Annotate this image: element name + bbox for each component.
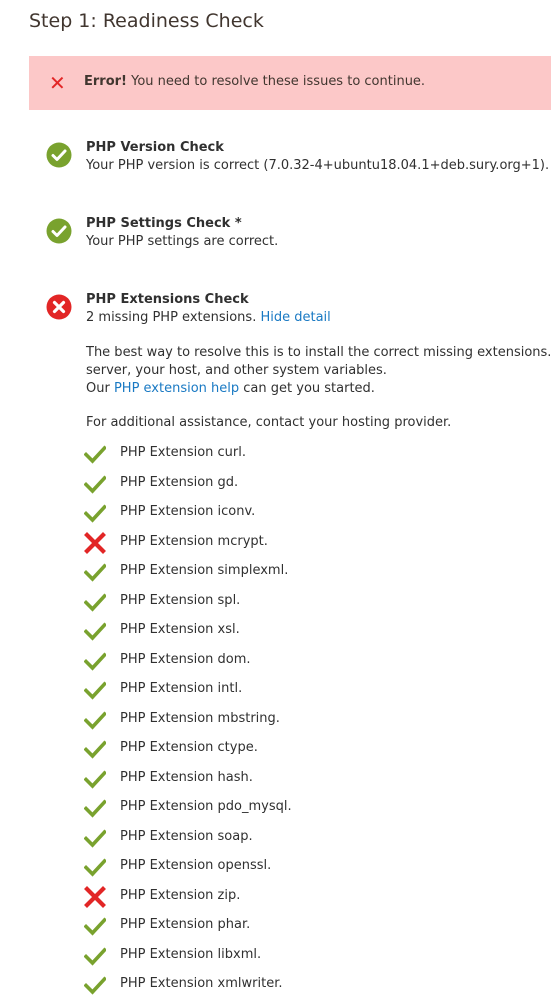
php-extensions-description: 2 missing PHP extensions. Hide detail — [86, 310, 331, 325]
extension-label: PHP Extension xmlwriter. — [120, 976, 283, 991]
checkmark-icon — [84, 917, 106, 936]
checkmark-icon — [84, 563, 106, 582]
php-extension-help-link[interactable]: PHP extension help — [114, 381, 239, 396]
x-mark-icon — [84, 531, 106, 554]
php-extensions-title: PHP Extensions Check — [86, 292, 249, 307]
extension-label: PHP Extension mbstring. — [120, 710, 280, 726]
detail-line-3-prefix: Our — [86, 381, 114, 396]
detail-line-1: The best way to resolve this is to insta… — [86, 345, 551, 360]
extension-label: PHP Extension ctype. — [120, 740, 258, 755]
checkmark-icon — [84, 858, 106, 877]
checkmark-icon — [84, 592, 106, 612]
extension-label: PHP Extension xsl. — [120, 622, 240, 637]
php-version-description: Your PHP version is correct (7.0.32-4+ub… — [86, 158, 550, 173]
checkmark-icon — [84, 651, 106, 671]
checkmark-icon — [84, 740, 106, 759]
error-strong: Error! — [84, 74, 127, 89]
checkmark-icon — [84, 445, 106, 464]
extension-label: PHP Extension iconv. — [120, 504, 256, 519]
extension-label: PHP Extension hash. — [120, 769, 253, 785]
extension-label: PHP Extension zip. — [120, 887, 241, 903]
php-version-title: PHP Version Check — [86, 140, 224, 155]
extension-label: PHP Extension spl. — [120, 592, 241, 608]
extension-label: PHP Extension intl. — [120, 681, 243, 696]
page-title: Step 1: Readiness Check — [29, 10, 264, 32]
error-banner: ✕ Error! You need to resolve these issue… — [29, 56, 551, 110]
detail-line-3-suffix: can get you started. — [239, 381, 375, 396]
php-settings-description: Your PHP settings are correct. — [86, 234, 279, 249]
checkmark-icon — [84, 474, 106, 494]
checkmark-icon — [84, 828, 106, 848]
checkmark-icon — [84, 769, 106, 789]
extensions-detail: The best way to resolve this is to insta… — [86, 344, 551, 398]
extension-label: PHP Extension pdo_mysql. — [120, 799, 292, 814]
readiness-check-page: Step 1: Readiness Check ✕ Error! You nee… — [0, 0, 551, 998]
extension-label: PHP Extension dom. — [120, 651, 251, 667]
extension-label: PHP Extension mcrypt. — [120, 533, 268, 549]
checkmark-icon — [84, 504, 106, 523]
check-circle-icon — [46, 218, 72, 244]
extension-label: PHP Extension simplexml. — [120, 563, 289, 578]
checkmark-icon — [84, 681, 106, 700]
extension-label: PHP Extension soap. — [120, 828, 253, 844]
extension-label: PHP Extension curl. — [120, 445, 247, 460]
assistance-text: For additional assistance, contact your … — [86, 415, 452, 430]
x-mark-icon — [84, 885, 106, 908]
checkmark-icon — [84, 622, 106, 641]
extension-label: PHP Extension openssl. — [120, 858, 272, 873]
extension-label: PHP Extension libxml. — [120, 946, 262, 962]
error-x-icon: ✕ — [49, 71, 66, 95]
error-text: You need to resolve these issues to cont… — [126, 74, 426, 89]
missing-count-text: 2 missing PHP extensions. — [86, 310, 257, 325]
extension-label: PHP Extension phar. — [120, 917, 251, 932]
detail-line-3: Our PHP extension help can get you start… — [86, 380, 551, 398]
check-circle-icon — [46, 142, 72, 168]
extension-label: PHP Extension gd. — [120, 474, 239, 490]
checkmark-icon — [84, 799, 106, 818]
checkmark-icon — [84, 976, 106, 995]
error-message: Error! You need to resolve these issues … — [84, 74, 425, 89]
hide-detail-link[interactable]: Hide detail — [260, 310, 330, 325]
checkmark-icon — [84, 946, 106, 966]
php-settings-title: PHP Settings Check * — [86, 216, 242, 231]
detail-line-2: server, your host, and other system vari… — [86, 363, 387, 378]
error-circle-icon — [46, 294, 72, 320]
checkmark-icon — [84, 710, 106, 730]
